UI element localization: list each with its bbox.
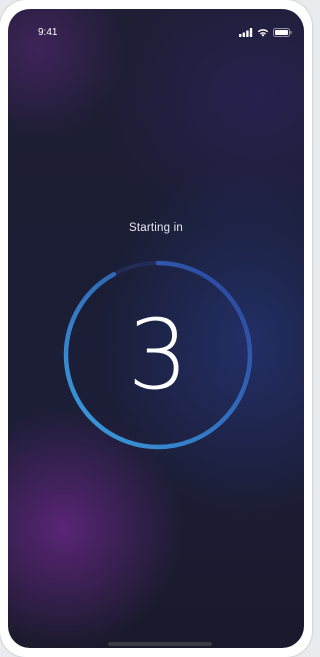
wifi-icon <box>257 28 269 37</box>
phone-screen: 9:41 Starting in 3 <box>8 9 304 648</box>
countdown-number: 3 <box>127 299 189 411</box>
status-time: 9:41 <box>38 27 58 38</box>
battery-icon <box>273 27 292 37</box>
status-icons <box>239 27 292 37</box>
device-frame: 9:41 Starting in 3 <box>0 0 312 657</box>
status-bar: 9:41 <box>8 9 304 41</box>
cellular-signal-icon <box>239 27 253 37</box>
home-indicator[interactable] <box>108 642 212 646</box>
countdown-label: Starting in <box>129 222 183 234</box>
